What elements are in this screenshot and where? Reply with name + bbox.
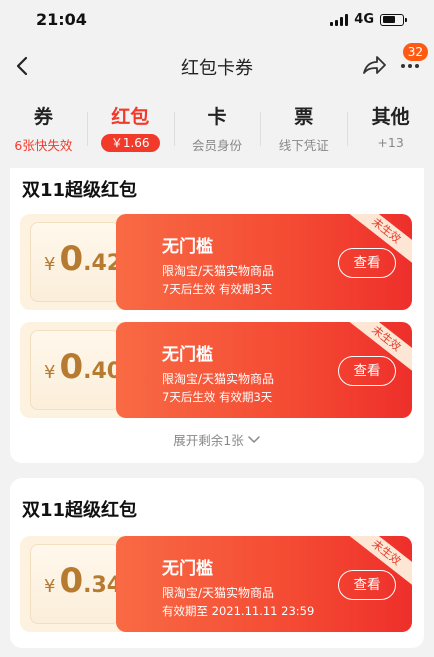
coupon-card[interactable]: ¥ 0 .34 未生效 无门槛 限淘宝/天猫实物商品 有效期至 2021.11.…: [20, 536, 412, 632]
coupon-card[interactable]: ¥ 0 .42 未生效 无门槛 限淘宝/天猫实物商品 7天后生效 有效期3天 查…: [20, 214, 412, 310]
view-button[interactable]: 查看: [338, 356, 396, 386]
coupon-amount-panel: ¥ 0 .42: [20, 214, 130, 310]
more-icon: [401, 64, 405, 68]
tab-red-packets[interactable]: 红包 ￥1.66: [86, 100, 174, 162]
coupon-card[interactable]: ¥ 0 .40 未生效 无门槛 限淘宝/天猫实物商品 7天后生效 有效期3天 查…: [20, 322, 412, 418]
battery-icon: [380, 13, 407, 26]
chevron-down-icon: [247, 435, 260, 443]
coupon-validity: 7天后生效 有效期3天: [162, 390, 273, 404]
signal-icon: [330, 13, 349, 26]
expand-more[interactable]: 展开剩余1张: [10, 430, 424, 449]
amount-integer: 0: [59, 561, 84, 601]
tab-label: 券: [33, 106, 53, 128]
tab-label: 卡: [207, 106, 227, 128]
amount-integer: 0: [59, 239, 84, 279]
coupon-info-panel: 未生效 无门槛 限淘宝/天猫实物商品 7天后生效 有效期3天 查看: [116, 322, 412, 418]
status-time: 21:04: [36, 10, 87, 29]
group-title: 双11超级红包: [22, 180, 138, 201]
message-count-badge: 32: [402, 43, 428, 61]
currency-symbol: ¥: [44, 576, 56, 597]
coupon-amount: ¥ 0 .40: [44, 350, 122, 384]
coupon-amount: ¥ 0 .42: [44, 242, 122, 276]
coupon-scope: 限淘宝/天猫实物商品: [162, 264, 275, 278]
coupon-scope: 限淘宝/天猫实物商品: [162, 372, 275, 386]
coupon-info-panel: 未生效 无门槛 限淘宝/天猫实物商品 7天后生效 有效期3天 查看: [116, 214, 412, 310]
status-indicators: 4G: [330, 12, 407, 27]
tab-label: 其他: [371, 106, 410, 128]
coupon-amount-panel: ¥ 0 .34: [20, 536, 130, 632]
tab-coupons[interactable]: 券 6张快失效: [0, 100, 87, 162]
coupon-amount: ¥ 0 .34: [44, 564, 122, 598]
share-button[interactable]: [360, 52, 388, 80]
currency-symbol: ¥: [44, 362, 56, 383]
tab-others[interactable]: 其他 +13: [347, 100, 434, 162]
tab-sub: 会员身份: [191, 138, 242, 153]
nav-bar: 红包卡券: [0, 40, 434, 92]
red-packet-group: 双11超级红包 ¥ 0 .42 未生效 无门槛 限淘宝/天猫实物商品 7天后生效…: [10, 168, 424, 463]
category-tabs: 券 6张快失效 红包 ￥1.66 卡 会员身份 票 线下凭证 其他 +13: [0, 100, 434, 162]
tab-sub: 线下凭证: [278, 138, 329, 153]
network-type: 4G: [354, 12, 374, 27]
tab-label: 红包: [111, 106, 150, 128]
coupon-validity: 7天后生效 有效期3天: [162, 282, 273, 296]
coupon-validity: 有效期至 2021.11.11 23:59: [162, 604, 315, 618]
red-packet-group: 双11超级红包 ¥ 0 .34 未生效 无门槛 限淘宝/天猫实物商品 有效期至 …: [10, 478, 424, 648]
tab-sub: +13: [377, 135, 404, 150]
tab-tickets[interactable]: 票 线下凭证: [260, 100, 347, 162]
amount-integer: 0: [59, 347, 84, 387]
expand-label: 展开剩余1张: [173, 433, 244, 448]
view-button[interactable]: 查看: [338, 570, 396, 600]
coupon-title: 无门槛: [162, 345, 213, 365]
view-button[interactable]: 查看: [338, 248, 396, 278]
coupon-info-panel: 未生效 无门槛 限淘宝/天猫实物商品 有效期至 2021.11.11 23:59…: [116, 536, 412, 632]
coupon-scope: 限淘宝/天猫实物商品: [162, 586, 275, 600]
tab-sub: 6张快失效: [14, 138, 73, 153]
tab-label: 票: [294, 106, 314, 128]
currency-symbol: ¥: [44, 254, 56, 275]
status-bar: 21:04 4G: [0, 0, 434, 40]
share-icon: [363, 56, 386, 74]
coupon-title: 无门槛: [162, 559, 213, 579]
coupon-title: 无门槛: [162, 237, 213, 257]
tab-cards[interactable]: 卡 会员身份: [173, 100, 261, 162]
red-packet-total-badge: ￥1.66: [100, 134, 160, 152]
group-title: 双11超级红包: [22, 500, 138, 521]
coupon-amount-panel: ¥ 0 .40: [20, 322, 130, 418]
